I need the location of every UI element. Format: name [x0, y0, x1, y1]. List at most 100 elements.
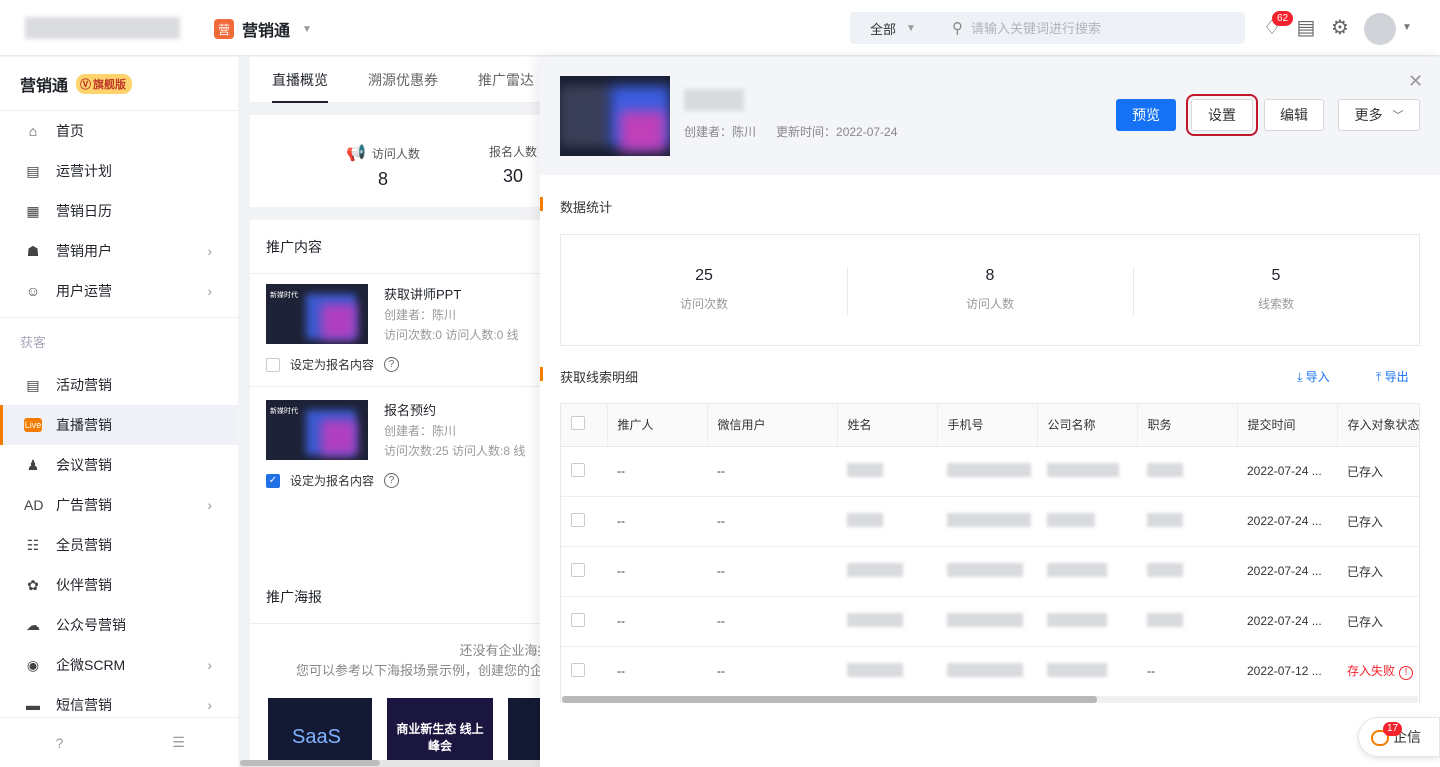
table-row[interactable]: -- -- 2022-07-24 ... 已存入: [561, 596, 1419, 647]
question-icon[interactable]: ?: [384, 357, 400, 372]
sidebar-item[interactable]: ⌂ 首页: [0, 111, 238, 151]
live-overview-panel: 直播概览 溯源优惠券 推广雷达 📢 访问人数 8 报名人数 30 推广内容 新媒时…: [250, 57, 540, 767]
stat-value: 8: [377, 169, 388, 189]
chevron-right-icon: ›: [207, 697, 212, 713]
close-icon[interactable]: ✕: [1408, 71, 1423, 92]
row-checkbox[interactable]: [571, 612, 585, 627]
row-checkbox[interactable]: [571, 662, 585, 677]
sidebar-item-label: 营销日历: [56, 203, 112, 219]
question-icon[interactable]: ?: [384, 473, 400, 488]
select-all-cell[interactable]: [561, 404, 608, 447]
company-cell-blurred: [1047, 512, 1095, 527]
poster-sample[interactable]: 商业新生态 线上峰会: [387, 698, 493, 767]
settings-button[interactable]: 设置: [1186, 94, 1258, 136]
phone-cell-blurred: [947, 462, 1031, 477]
table-row[interactable]: -- -- 2022-07-24 ... 已存入: [561, 446, 1419, 497]
chevron-right-icon: ›: [207, 243, 212, 259]
tab-radar[interactable]: 推广雷达: [478, 57, 534, 103]
collapse-icon[interactable]: ☰: [119, 734, 238, 751]
sidebar-item[interactable]: ☁ 公众号营销: [0, 605, 238, 645]
enterprise-chat-button[interactable]: 17 企信: [1358, 717, 1440, 757]
column-header: 微信用户: [707, 404, 838, 447]
search-scope-select[interactable]: 全部 ▼: [850, 19, 928, 38]
export-button[interactable]: ⤒ 导出: [1376, 368, 1409, 385]
stat-visitors: 📢 访问人数 8: [346, 143, 420, 190]
sidebar-item[interactable]: ☷ 全员营销: [0, 525, 238, 565]
promoter-cell: --: [617, 514, 625, 528]
checkbox-checked[interactable]: ✓: [266, 473, 280, 488]
sidebar-item[interactable]: AD 广告营销 ›: [0, 485, 238, 525]
users-icon: ☗: [26, 242, 40, 259]
table-row[interactable]: -- -- 2022-07-24 ... 已存入: [561, 546, 1419, 597]
horizontal-scrollbar[interactable]: [240, 760, 540, 767]
promo-stats: 访问次数:0 访问人数:0 线: [384, 328, 519, 342]
stat-visitors: 8 访问人数: [847, 235, 1133, 345]
phone-cell-blurred: [947, 512, 1031, 527]
promo-creator: 创建者：陈川: [384, 424, 457, 438]
tab-coupons[interactable]: 溯源优惠券: [368, 57, 438, 103]
sidebar-item[interactable]: ◉ 企微SCRM ›: [0, 645, 238, 685]
column-header: 公司名称: [1037, 404, 1138, 447]
table-scrollbar[interactable]: [562, 696, 1418, 703]
sidebar-item[interactable]: ♟ 会议营销: [0, 445, 238, 485]
submit-time-cell: 2022-07-24 ...: [1247, 464, 1322, 478]
status-failed: 存入失败: [1347, 664, 1396, 678]
upload-icon: ⤒: [1376, 370, 1385, 384]
help-icon[interactable]: ?: [0, 735, 119, 751]
import-button[interactable]: ⤓ 导入: [1297, 368, 1330, 385]
activity-icon: ▤: [26, 376, 40, 393]
sidebar-item[interactable]: Live 直播营销: [0, 405, 238, 445]
export-label: 导出: [1384, 370, 1409, 384]
poster-text: SaaS: [292, 726, 341, 748]
content-title-blurred: [684, 89, 744, 111]
sidebar-item-label: 短信营销: [56, 697, 112, 713]
gear-icon[interactable]: ⚙: [1327, 15, 1353, 41]
error-icon[interactable]: !: [1399, 666, 1414, 680]
leads-table: 推广人 微信用户 姓名 手机号 公司名称 职务 提交时间 存入对象状态 -- --…: [560, 403, 1420, 703]
phone-cell-blurred: [947, 562, 1023, 577]
sidebar-group-label: 获客: [0, 317, 238, 365]
avatar[interactable]: [1364, 13, 1396, 45]
empty-title: 还没有企业海报: [459, 643, 540, 658]
more-label: 更多: [1354, 107, 1383, 123]
wechat-user-cell: --: [717, 564, 725, 578]
row-checkbox[interactable]: [571, 562, 585, 577]
promo-title[interactable]: 报名预约: [384, 400, 436, 419]
checkbox[interactable]: [266, 357, 280, 372]
more-button[interactable]: 更多 ﹀: [1338, 99, 1420, 131]
name-cell-blurred: [847, 562, 903, 577]
table-row[interactable]: -- -- -- 2022-07-12 ... 存入失败!: [561, 646, 1419, 697]
preview-button[interactable]: 预览: [1116, 99, 1176, 131]
row-checkbox[interactable]: [571, 512, 585, 527]
set-signup-content[interactable]: ✓ 设定为报名内容?: [266, 472, 400, 489]
sidebar-item[interactable]: ▤ 活动营销: [0, 365, 238, 405]
promo-thumbnail: 新媒时代: [266, 284, 368, 344]
row-checkbox[interactable]: [571, 462, 585, 477]
import-label: 导入: [1305, 370, 1330, 384]
poster-sample[interactable]: [508, 698, 540, 767]
table-row[interactable]: -- -- 2022-07-24 ... 已存入: [561, 496, 1419, 547]
status-cell: 已存入: [1347, 464, 1384, 479]
submit-time-cell: 2022-07-24 ...: [1247, 564, 1322, 578]
chevron-down-icon[interactable]: ▼: [1402, 22, 1412, 33]
sidebar-item[interactable]: ▦ 营销日历: [0, 191, 238, 231]
inbox-icon[interactable]: ▤: [1293, 15, 1319, 41]
sidebar-item-label: 会议营销: [56, 457, 112, 473]
stat-value: 8: [985, 267, 995, 284]
set-signup-content[interactable]: 设定为报名内容?: [266, 356, 400, 373]
name-cell-blurred: [847, 512, 883, 527]
select-all-checkbox[interactable]: [571, 416, 585, 431]
sidebar-item[interactable]: ✿ 伙伴营销: [0, 565, 238, 605]
edit-button[interactable]: 编辑: [1264, 99, 1324, 131]
tab-live-overview[interactable]: 直播概览: [272, 57, 328, 103]
promo-title[interactable]: 获取讲师PPT: [384, 284, 461, 303]
sidebar-item[interactable]: ▤ 运营计划: [0, 151, 238, 191]
sidebar-item-label: 广告营销: [56, 497, 112, 513]
sidebar-item-label: 伙伴营销: [56, 577, 112, 593]
empty-hint: 您可以参考以下海报场景示例，创建您的企: [296, 663, 540, 678]
search-input[interactable]: [971, 20, 1231, 36]
poster-sample[interactable]: SaaS: [268, 698, 372, 767]
sidebar-item[interactable]: ☗ 营销用户 ›: [0, 231, 238, 271]
app-switcher[interactable]: 营 营销通 ▼: [214, 17, 312, 41]
sidebar-item[interactable]: ☺ 用户运营 ›: [0, 271, 238, 311]
